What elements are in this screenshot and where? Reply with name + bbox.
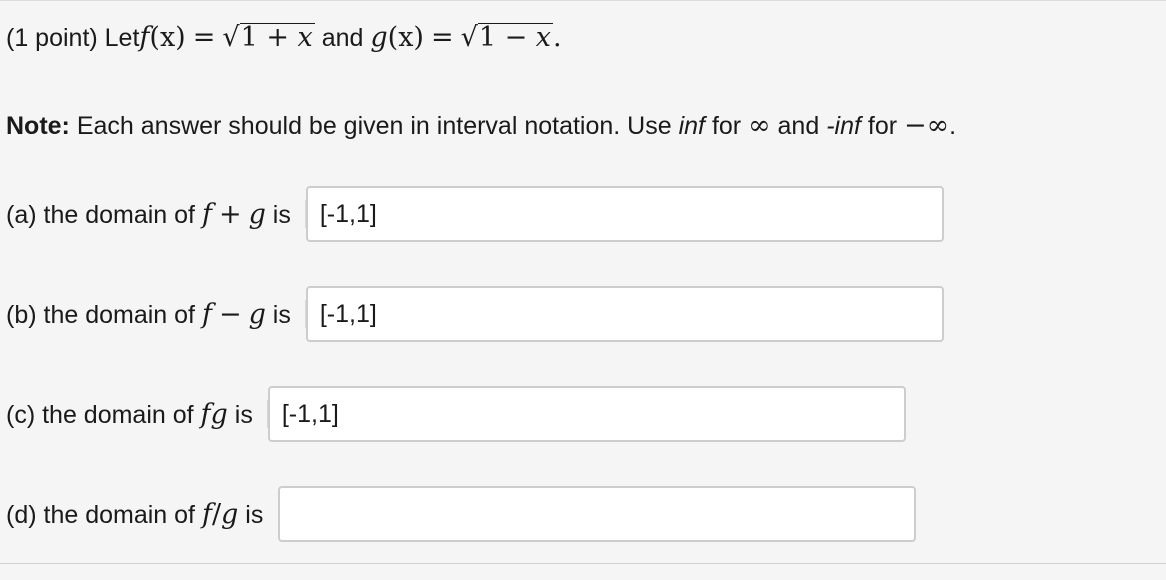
question-a-suffix: is	[265, 200, 291, 229]
g-radicand-const: 1 −	[478, 22, 536, 53]
question-c-f: f	[200, 398, 211, 430]
answer-a-input[interactable]	[305, 186, 944, 242]
answer-c-input[interactable]	[267, 386, 906, 442]
question-a: (a) the domain of f + g is	[6, 184, 944, 244]
note-text-4: for	[860, 112, 904, 140]
note-neg-inf: -inf	[826, 112, 861, 140]
answer-d-input[interactable]	[278, 486, 917, 542]
question-c-suffix: is	[227, 400, 253, 429]
question-d-label: (d) the domain of f / g is	[6, 499, 263, 530]
f-equals: =	[192, 22, 216, 53]
note-label: Note:	[6, 112, 70, 140]
note-text-5: .	[949, 112, 957, 140]
note-text-2: for	[705, 112, 749, 140]
g-radicand: 1 − x	[477, 22, 554, 53]
question-c-g: g	[210, 398, 228, 430]
g-arg: (x)	[387, 22, 424, 53]
infinity-icon: ∞	[748, 110, 771, 141]
note-inf: inf	[678, 112, 705, 140]
question-a-op: +	[218, 198, 242, 230]
top-divider	[0, 0, 1166, 1]
g-sqrt: √ 1 − x	[460, 22, 554, 53]
g-name: g	[370, 22, 388, 53]
question-d-f: f	[201, 498, 212, 530]
answer-b-input[interactable]	[305, 286, 944, 342]
question-a-label: (a) the domain of f + g is	[6, 199, 291, 230]
problem-statement: (1 point) Let f (x) = √ 1 + x and g (x) …	[6, 22, 562, 53]
f-radicand-var: x	[297, 22, 313, 53]
note-line: Note: Each answer should be given in int…	[6, 110, 956, 141]
question-b: (b) the domain of f − g is	[6, 284, 944, 344]
sqrt-sign-icon: √	[222, 22, 240, 53]
question-b-g: g	[248, 298, 266, 330]
question-d-suffix: is	[238, 500, 264, 529]
f-arg: (x)	[149, 22, 186, 53]
neg-infinity-icon: −∞	[904, 110, 950, 141]
and-text: and	[314, 24, 371, 52]
question-d-g: g	[221, 498, 239, 530]
question-b-prefix: (b) the domain of	[6, 300, 202, 329]
question-a-f: f	[201, 198, 212, 230]
question-b-op: −	[218, 298, 242, 330]
question-d-prefix: (d) the domain of	[6, 500, 202, 529]
f-radicand-const: 1 +	[240, 22, 298, 53]
question-a-prefix: (a) the domain of	[6, 200, 202, 229]
sqrt-sign-icon: √	[460, 22, 478, 53]
question-c-prefix: (c) the domain of	[6, 400, 201, 429]
question-d-op: /	[211, 498, 222, 530]
question-c-label: (c) the domain of f g is	[6, 399, 253, 430]
problem-period: .	[553, 22, 562, 53]
note-text-3: and	[770, 112, 827, 140]
f-radicand: 1 + x	[239, 22, 315, 53]
note-text-1: Each answer should be given in interval …	[69, 112, 679, 140]
problem-prefix: (1 point) Let	[6, 24, 140, 52]
bottom-divider	[0, 563, 1166, 564]
question-d: (d) the domain of f / g is	[6, 484, 917, 544]
question-a-g: g	[248, 198, 266, 230]
g-radicand-var: x	[535, 22, 552, 53]
question-b-suffix: is	[265, 300, 291, 329]
f-name: f	[139, 22, 150, 53]
question-c: (c) the domain of f g is	[6, 384, 906, 444]
question-b-f: f	[201, 298, 212, 330]
f-sqrt: √ 1 + x	[222, 22, 315, 53]
g-equals: =	[430, 22, 454, 53]
question-b-label: (b) the domain of f − g is	[6, 299, 291, 330]
